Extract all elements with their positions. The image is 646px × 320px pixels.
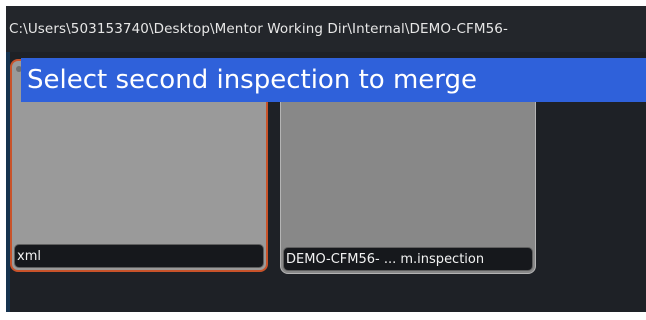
file-path-bar: C:\Users\503153740\Desktop\Mentor Workin… xyxy=(6,6,646,52)
inspection-card-1-label: xml xyxy=(14,244,264,268)
instruction-banner: Select second inspection to merge xyxy=(21,58,646,102)
inspection-card-2[interactable]: DEMO-CFM56- ... m.inspection xyxy=(280,88,536,274)
merge-dialog: C:\Users\503153740\Desktop\Mentor Workin… xyxy=(6,6,646,312)
inspection-card-2-label: DEMO-CFM56- ... m.inspection xyxy=(283,247,533,271)
